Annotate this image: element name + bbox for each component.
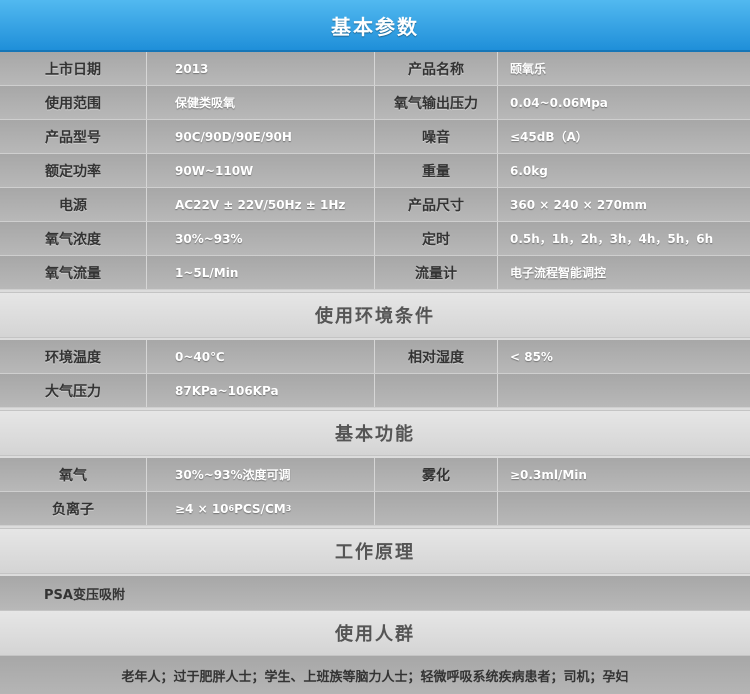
people-text: 老年人；过于肥胖人士；学生、上班族等脑力人士；轻微呼吸系统疾病患者；司机；孕妇 <box>121 669 629 685</box>
param-value: ≤45dB（A） <box>510 130 588 144</box>
param-label: 流量计 <box>375 256 498 289</box>
section-header: 基本功能 <box>0 410 750 456</box>
param-value: 87KPa~106KPa <box>147 374 375 407</box>
param-label: 相对湿度 <box>375 340 498 373</box>
section-header: 使用人群 <box>0 610 750 656</box>
param-label: 重量 <box>375 154 498 187</box>
section-title: 使用人群 <box>335 624 415 645</box>
param-label <box>375 374 498 407</box>
param-value: 30%~93% <box>147 222 375 255</box>
param-label: 产品名称 <box>375 52 498 85</box>
param-value <box>498 374 750 407</box>
param-label: 氧气输出压力 <box>375 86 498 119</box>
value-unit-exponent: 3 <box>285 504 292 513</box>
param-value: ≥0.3ml/Min <box>510 467 587 482</box>
value-prefix: ≥4 × 10 <box>175 501 229 516</box>
param-label: 环境温度 <box>0 340 147 373</box>
table-row: 上市日期 2013 产品名称 颐氧乐 <box>0 52 750 86</box>
param-value: 保健类吸氧 <box>147 86 375 119</box>
param-label: 电源 <box>0 188 147 221</box>
principle-row: PSA变压吸附 <box>0 576 750 610</box>
param-value: 90C/90D/90E/90H <box>147 120 375 153</box>
param-value: 360 × 240 × 270mm <box>510 197 647 212</box>
param-label: 使用范围 <box>0 86 147 119</box>
param-label: 雾化 <box>375 458 498 491</box>
param-label: 噪音 <box>375 120 498 153</box>
param-value: < 85% <box>510 349 553 364</box>
table-row: 大气压力 87KPa~106KPa <box>0 374 750 408</box>
param-label: 氧气浓度 <box>0 222 147 255</box>
param-value: 30%~93%浓度可调 <box>147 458 375 491</box>
param-label: 负离子 <box>0 492 147 525</box>
people-row: 老年人；过于肥胖人士；学生、上班族等脑力人士；轻微呼吸系统疾病患者；司机；孕妇 <box>0 656 750 694</box>
table-row: 环境温度 0~40℃ 相对湿度 < 85% <box>0 340 750 374</box>
param-value: 电子流程智能调控 <box>510 266 607 280</box>
param-value: 0.04~0.06Mpa <box>510 95 608 110</box>
param-value: 0~40℃ <box>147 340 375 373</box>
section-title: 基本功能 <box>335 424 415 445</box>
table-row: 氧气浓度 30%~93% 定时 0.5h，1h，2h，3h，4h，5h，6h <box>0 222 750 256</box>
param-value: 颐氧乐 <box>510 62 547 76</box>
principle-text: PSA变压吸附 <box>44 587 125 603</box>
param-label: 定时 <box>375 222 498 255</box>
table-row: 氧气 30%~93%浓度可调 雾化 ≥0.3ml/Min <box>0 458 750 492</box>
param-label: 上市日期 <box>0 52 147 85</box>
param-label: 产品尺寸 <box>375 188 498 221</box>
header-banner: 基本参数 <box>0 0 750 52</box>
table-row: 氧气流量 1~5L/Min 流量计 电子流程智能调控 <box>0 256 750 290</box>
page-title: 基本参数 <box>331 14 419 39</box>
param-value: 90W~110W <box>147 154 375 187</box>
section-title: 工作原理 <box>335 542 415 563</box>
param-value <box>498 492 750 525</box>
param-label: 大气压力 <box>0 374 147 407</box>
param-value: 2013 <box>147 52 375 85</box>
param-label: 产品型号 <box>0 120 147 153</box>
table-row: 使用范围 保健类吸氧 氧气输出压力 0.04~0.06Mpa <box>0 86 750 120</box>
section-header: 工作原理 <box>0 528 750 574</box>
param-value: 1~5L/Min <box>147 256 375 289</box>
param-label: 氧气 <box>0 458 147 491</box>
param-value: AC22V ± 22V/50Hz ± 1Hz <box>147 188 375 221</box>
param-label: 额定功率 <box>0 154 147 187</box>
value-unit: PCS/CM <box>234 501 286 516</box>
table-row: 负离子 ≥4 × 10 6 PCS/CM 3 <box>0 492 750 526</box>
table-row: 产品型号 90C/90D/90E/90H 噪音 ≤45dB（A） <box>0 120 750 154</box>
param-value: ≥4 × 10 6 PCS/CM 3 <box>147 492 375 525</box>
param-value: 0.5h，1h，2h，3h，4h，5h，6h <box>510 232 714 246</box>
section-header: 使用环境条件 <box>0 292 750 338</box>
param-label: 氧气流量 <box>0 256 147 289</box>
table-row: 电源 AC22V ± 22V/50Hz ± 1Hz 产品尺寸 360 × 240… <box>0 188 750 222</box>
param-label <box>375 492 498 525</box>
param-value: 6.0kg <box>510 163 548 178</box>
table-row: 额定功率 90W~110W 重量 6.0kg <box>0 154 750 188</box>
section-title: 使用环境条件 <box>315 306 435 327</box>
